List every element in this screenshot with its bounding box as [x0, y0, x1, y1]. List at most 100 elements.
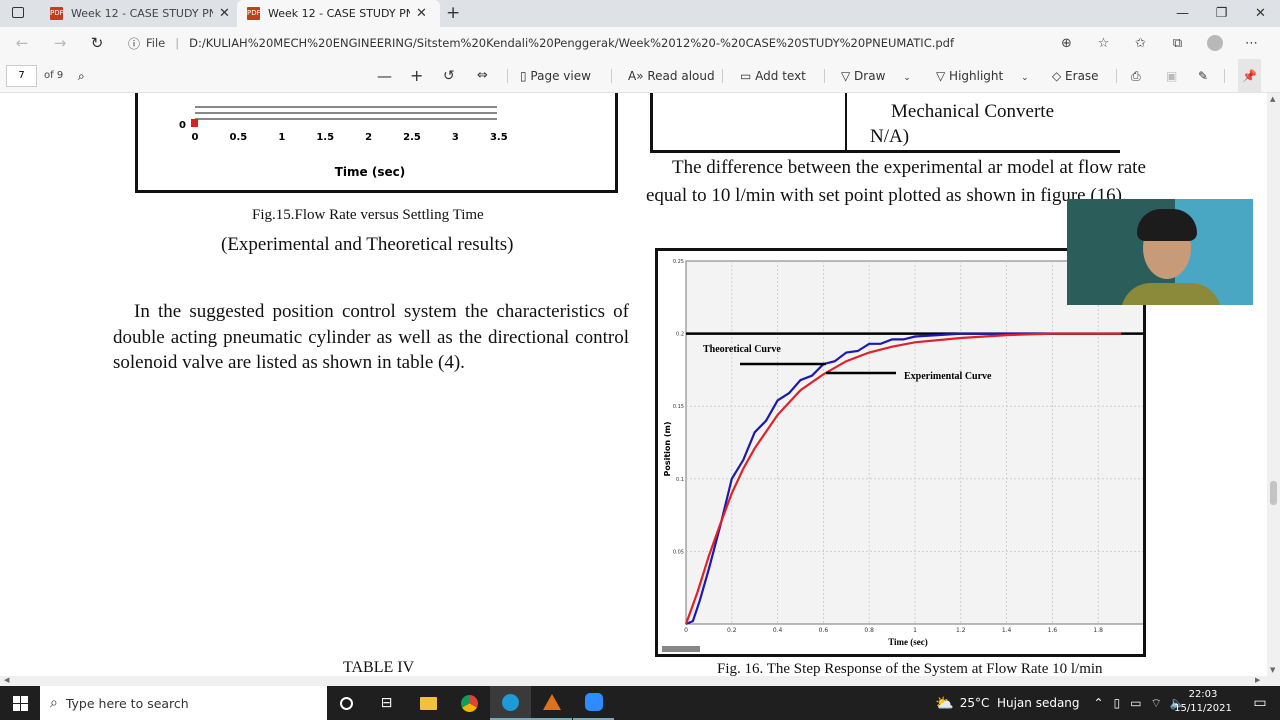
weather-icon[interactable]: ⛅ [935, 694, 954, 712]
taskbar-search-box[interactable]: ⌕ Type here to search [40, 686, 327, 720]
fit-page-icon[interactable]: ⇔ [477, 59, 488, 93]
pdf-icon: PDF [50, 7, 64, 20]
read-aloud-button[interactable]: A» Read aloud [628, 59, 715, 93]
add-favorite-icon[interactable]: ☆ [1085, 36, 1122, 51]
tab-strip: PDF Week 12 - CASE STUDY PNEUMA ✕ PDF We… [0, 0, 1280, 27]
pdf-icon: PDF [247, 7, 261, 20]
vertical-scroll-thumb[interactable] [1270, 481, 1277, 505]
draw-label: Draw [854, 69, 886, 83]
collections-icon[interactable]: ⧉ [1159, 36, 1196, 51]
url-field[interactable]: ⓘ File | D:/KULIAH%20MECH%20ENGINEERING/… [128, 31, 1090, 55]
fig15-plot: 0 0 0.5 1 1.5 2 2.5 3 3.5 Time (sec) [179, 106, 508, 179]
close-tab-icon[interactable]: ✕ [416, 6, 427, 21]
x-tick-label: 0.2 [727, 627, 737, 634]
divider [722, 69, 723, 83]
clock-date: 15/11/2021 [1174, 703, 1232, 714]
highlight-button[interactable]: ▽ Highlight ⌄ [936, 59, 1029, 95]
zoom-app-icon[interactable] [573, 686, 614, 720]
pin-toolbar-icon[interactable]: 📌 [1238, 59, 1261, 93]
page-view-button[interactable]: ▯ Page view [520, 59, 591, 93]
window-controls: — ❐ ✕ [1163, 0, 1280, 27]
maximize-icon[interactable]: ❐ [1202, 0, 1241, 27]
paragraph-left-text: In the suggested position control system… [113, 301, 629, 373]
read-aloud-icon: A» [628, 69, 648, 83]
webcam-overlay[interactable] [1067, 199, 1253, 305]
eraser-icon: ◇ [1052, 69, 1066, 83]
task-view-icon[interactable]: ⊟ [366, 686, 407, 720]
zoom-out-icon[interactable]: — [377, 59, 392, 93]
fig15-marker [191, 119, 198, 127]
webcam-person-body [1121, 283, 1221, 305]
cortana-icon[interactable] [326, 686, 367, 720]
search-icon[interactable]: ⌕ [78, 59, 85, 93]
pdf-toolbar: 7 of 9 ⌕ — + ↺ ⇔ ▯ Page view A» Read alo… [0, 59, 1280, 93]
chevron-down-icon[interactable]: ⌄ [1021, 73, 1029, 83]
wifi-icon[interactable]: ⌔ [1151, 696, 1162, 711]
reload-icon[interactable]: ↻ [79, 34, 115, 52]
tab-week12-1[interactable]: PDF Week 12 - CASE STUDY PNEUMA ✕ [40, 0, 236, 27]
scroll-up-icon[interactable]: ▲ [1270, 95, 1275, 103]
annotation-experimental: Experimental Curve [904, 371, 992, 382]
ylabel: Position (m) [663, 421, 672, 476]
back-icon[interactable]: ← [4, 34, 40, 52]
forward-icon[interactable]: → [42, 34, 78, 52]
scroll-left-icon[interactable]: ◀ [4, 676, 9, 684]
matlab-icon[interactable] [531, 686, 572, 720]
draw-button[interactable]: ▽ Draw ⌄ [841, 59, 911, 95]
fig16-caption: Fig. 16. The Step Response of the System… [717, 661, 1103, 676]
close-tab-icon[interactable]: ✕ [219, 6, 230, 21]
x-tick-label: 1.2 [956, 627, 966, 634]
tab-label: Week 12 - CASE STUDY PNEUMA [268, 7, 410, 20]
tab-week12-2-active[interactable]: PDF Week 12 - CASE STUDY PNEUMA ✕ [237, 0, 440, 27]
weather-text[interactable]: 25°C Hujan sedang [960, 696, 1080, 710]
fig15-tick-label: 0 [192, 132, 199, 143]
highlight-label: Highlight [949, 69, 1004, 83]
chevron-up-icon[interactable]: ⌃ [1094, 696, 1104, 710]
start-button[interactable] [0, 686, 40, 720]
zoom-in-icon[interactable]: + [410, 59, 423, 93]
fig15-subcaption: (Experimental and Theoretical results) [221, 234, 514, 255]
table-divider [845, 93, 847, 151]
zoom-icon[interactable]: ⊕ [1048, 36, 1085, 51]
step-response-chart: 0.25 0.2 0.15 0.1 0.05 0 0.2 0.4 0.6 0.8 1 1.2 1.4 1… [662, 259, 1145, 652]
pdf-viewer[interactable]: 0 0 0.5 1 1.5 2 2.5 3 3.5 Time (sec) Fig.15.Flo… [0, 93, 1267, 676]
erase-label: Erase [1065, 69, 1099, 83]
tray-app-icon[interactable]: ▯ [1114, 696, 1121, 710]
new-tab-icon[interactable]: + [446, 3, 460, 23]
favorites-icon[interactable]: ✩ [1122, 36, 1159, 51]
scroll-right-icon[interactable]: ▶ [1255, 676, 1260, 684]
clock[interactable]: 22:03 15/11/2021 [1170, 688, 1236, 716]
more-icon[interactable]: ⋯ [1233, 36, 1270, 51]
tab-actions-icon[interactable] [12, 7, 24, 18]
divider [824, 69, 825, 83]
x-tick-label: 1 [913, 627, 917, 634]
fig15-tick-label: 1 [278, 132, 285, 143]
add-text-button[interactable]: ▭ Add text [740, 59, 806, 93]
notification-icon[interactable]: ▭ [1240, 686, 1280, 720]
file-explorer-icon[interactable] [408, 686, 449, 720]
address-bar-icons: ⊕ ☆ ✩ ⧉ ⋯ [1048, 27, 1270, 59]
info-icon[interactable]: ⓘ [128, 35, 140, 52]
taskbar: ⌕ Type here to search ⊟ ⛅ 25°C Hujan sed… [0, 686, 1280, 720]
chevron-down-icon[interactable]: ⌄ [903, 73, 911, 83]
vertical-scrollbar[interactable]: ▲ ▼ [1267, 93, 1280, 676]
edge-icon[interactable] [490, 686, 531, 720]
chrome-icon[interactable] [449, 686, 490, 720]
save-icon[interactable]: ▣ [1166, 59, 1177, 93]
erase-button[interactable]: ◇ Erase [1052, 59, 1099, 93]
print-icon[interactable]: ⎙ [1131, 59, 1141, 93]
page-number-input[interactable]: 7 [6, 65, 37, 87]
page-view-label: Page view [530, 69, 591, 83]
battery-icon[interactable]: ▭ [1130, 696, 1141, 710]
fig15-tick-label: 3 [452, 132, 459, 143]
horizontal-scrollbar[interactable]: ◀ ▶ [0, 676, 1280, 686]
close-window-icon[interactable]: ✕ [1241, 0, 1280, 27]
rotate-icon[interactable]: ↺ [443, 59, 455, 93]
fig15-tick-label: 2 [365, 132, 372, 143]
x-tick-label: 1.4 [1002, 627, 1012, 634]
profile-icon[interactable] [1196, 35, 1233, 51]
read-aloud-label: Read aloud [647, 69, 715, 83]
save-as-icon[interactable]: ✎ [1198, 59, 1208, 93]
minimize-icon[interactable]: — [1163, 0, 1202, 27]
scroll-down-icon[interactable]: ▼ [1270, 666, 1275, 674]
